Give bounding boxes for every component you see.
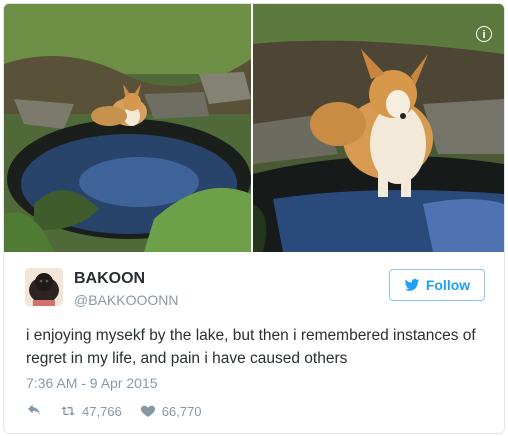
photo-corgi-lake-wide[interactable]	[4, 4, 251, 252]
reply-icon	[28, 404, 40, 415]
like-button[interactable]: 66,770	[140, 403, 202, 419]
display-name[interactable]: BAKOON	[74, 270, 145, 288]
twitter-bird-icon	[404, 278, 420, 291]
tweet-photos: i	[4, 4, 504, 252]
retweet-icon	[61, 406, 75, 416]
follow-label: Follow	[425, 277, 471, 293]
tweet-actions: 47,766 66,770	[26, 402, 202, 420]
photo-corgi-lake-closeup[interactable]: i	[253, 4, 504, 252]
tweet-text: i enjoying mysekf by the lake, but then …	[26, 327, 476, 367]
info-icon[interactable]: i	[476, 26, 492, 42]
follow-button[interactable]: Follow	[389, 269, 485, 301]
heart-icon	[140, 405, 155, 417]
retweet-count: 47,766	[82, 403, 122, 419]
user-handle[interactable]: @BAKKOOONN	[74, 292, 178, 308]
like-count: 66,770	[161, 403, 202, 419]
avatar[interactable]	[25, 268, 63, 306]
tweet-timestamp[interactable]: 7:36 AM - 9 Apr 2015	[26, 375, 158, 391]
tweet-card: i BAKOON @BAKKOOONN Follow i enjoying my…	[3, 3, 505, 434]
reply-button[interactable]	[26, 403, 42, 419]
retweet-button[interactable]: 47,766	[60, 403, 122, 419]
